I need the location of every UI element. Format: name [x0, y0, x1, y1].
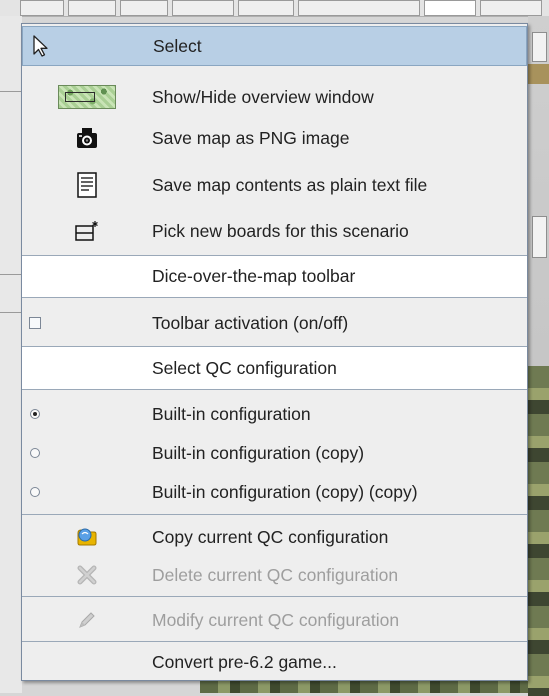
menu-item-label: Save map contents as plain text file — [152, 174, 428, 195]
section-header-qc: Select QC configuration — [22, 347, 527, 389]
radio-unselected-icon[interactable] — [30, 448, 40, 458]
toolbar-button[interactable] — [480, 0, 542, 16]
menu-item-label: Built-in configuration — [152, 403, 311, 424]
section-header-dice: Dice-over-the-map toolbar — [22, 256, 527, 297]
menu-item-toolbar-activation[interactable]: Toolbar activation (on/off) — [22, 305, 527, 341]
menu-item-save-png[interactable]: Save map as PNG image — [22, 120, 527, 156]
menu-item-select[interactable]: Select — [22, 26, 527, 66]
toolbar-button[interactable] — [424, 0, 476, 16]
toolbar-button[interactable] — [172, 0, 234, 16]
pencil-icon — [79, 612, 95, 628]
menu-item-label: Select — [153, 35, 202, 56]
menu-item-toggle-overview[interactable]: Show/Hide overview window — [22, 79, 527, 115]
overview-map-icon — [58, 85, 116, 109]
menu-item-qc-builtin[interactable]: Built-in configuration — [22, 396, 527, 432]
menu-item-label: Copy current QC configuration — [152, 526, 389, 547]
radio-selected-icon[interactable] — [30, 409, 40, 419]
app-toolbar — [0, 0, 549, 17]
menu-item-delete-qc[interactable]: Delete current QC configuration — [22, 557, 527, 593]
toolbar-button[interactable] — [298, 0, 420, 16]
scroll-strip[interactable] — [532, 32, 547, 62]
menu-item-copy-qc[interactable]: Copy current QC configuration — [22, 519, 527, 555]
menu-item-label: Modify current QC configuration — [152, 609, 400, 630]
menu-item-label: Pick new boards for this scenario — [152, 220, 409, 241]
menu-item-modify-qc[interactable]: Modify current QC configuration — [22, 602, 527, 638]
scroll-strip[interactable] — [532, 216, 547, 258]
menu-item-label: Convert pre-6.2 game... — [152, 651, 337, 672]
map-area — [200, 680, 528, 693]
section-header-label: Select QC configuration — [152, 357, 337, 378]
menu-item-label: Save map as PNG image — [152, 127, 350, 148]
menu-item-save-text[interactable]: Save map contents as plain text file — [22, 167, 527, 203]
menu-item-label: Show/Hide overview window — [152, 86, 374, 107]
boards-icon — [75, 221, 98, 241]
toolbar-button[interactable] — [20, 0, 64, 16]
text-file-icon — [77, 172, 97, 198]
menu-item-qc-builtin-copy-copy[interactable]: Built-in configuration (copy) (copy) — [22, 474, 527, 510]
menu-item-label: Built-in configuration (copy) (copy) — [152, 481, 418, 502]
toolbar-button[interactable] — [238, 0, 294, 16]
camera-icon — [77, 128, 97, 148]
menu-item-label: Delete current QC configuration — [152, 564, 399, 585]
toolbar-button[interactable] — [68, 0, 116, 16]
app-right-edge — [528, 16, 549, 696]
copy-icon — [77, 528, 97, 546]
menu-item-pick-boards[interactable]: Pick new boards for this scenario — [22, 213, 527, 249]
app-left-edge — [0, 16, 22, 693]
delete-icon — [77, 565, 97, 585]
menu-item-convert-game[interactable]: Convert pre-6.2 game... — [22, 644, 527, 680]
toolbar-button[interactable] — [120, 0, 168, 16]
radio-unselected-icon[interactable] — [30, 487, 40, 497]
checkbox-icon[interactable] — [29, 317, 41, 329]
menu-item-label: Toolbar activation (on/off) — [152, 312, 349, 333]
section-header-label: Dice-over-the-map toolbar — [152, 266, 356, 286]
map-context-menu: Select Show/Hide overview window Save ma… — [21, 23, 528, 681]
menu-item-qc-builtin-copy[interactable]: Built-in configuration (copy) — [22, 435, 527, 471]
menu-item-label: Built-in configuration (copy) — [152, 442, 365, 463]
cursor-icon — [33, 35, 48, 57]
